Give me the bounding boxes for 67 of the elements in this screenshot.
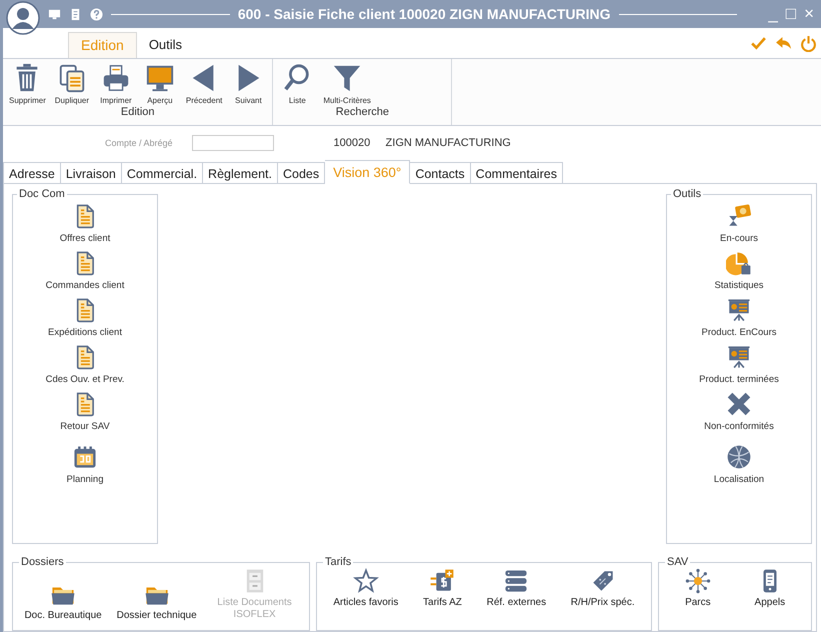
shortcut-button[interactable]: Planning [66, 443, 104, 486]
tab[interactable]: Adresse [3, 162, 61, 184]
monitor-icon[interactable] [48, 8, 61, 20]
shortcut-button[interactable]: Doc. Bureautique [23, 581, 103, 621]
shortcut-button[interactable]: Statistiques [713, 249, 765, 292]
shortcut-button[interactable]: Non-conformités [703, 390, 775, 433]
toolbar-button[interactable]: Aperçu [140, 61, 180, 105]
shortcut-button[interactable]: Commandes client [44, 249, 126, 292]
shortcut-button[interactable]: Dossier technique [116, 581, 198, 621]
account-code: 100020 [334, 137, 372, 149]
undo-icon[interactable] [775, 34, 792, 52]
tab[interactable]: Livraison [60, 162, 122, 184]
checkmark-icon[interactable] [750, 34, 767, 52]
group-title: SAV [666, 556, 690, 568]
shortcut-button[interactable]: Appels [754, 568, 786, 608]
tab[interactable]: Contacts [410, 162, 471, 184]
account-name: ZIGN MANUFACTURING [386, 137, 511, 149]
shortcut-button[interactable]: Offres client [58, 202, 112, 245]
presentation-board-icon [726, 297, 752, 323]
network-icon [684, 568, 711, 594]
shortcut-button[interactable]: R/H/Prix spéc. [570, 568, 636, 608]
shortcut-button[interactable]: Cdes Ouv. et Prev. [44, 343, 126, 386]
toolbar-button[interactable]: Imprimer [96, 61, 136, 105]
shortcut-button[interactable]: Product. terminées [698, 343, 780, 386]
pie-chart-icon [726, 250, 752, 276]
toolbar-button[interactable]: Multi-Critères [321, 61, 373, 105]
filter-icon [332, 63, 362, 93]
window-title: 600 - Saisie Fiche client 100020 ZIGN MANUFACTURING [238, 6, 610, 22]
calendar-icon [72, 444, 98, 470]
ribbon-tab[interactable]: Outils [136, 32, 194, 58]
help-icon[interactable] [90, 8, 103, 20]
group-title: Dossiers [20, 556, 65, 568]
document-icon[interactable] [69, 8, 82, 20]
presentation-board-icon [726, 344, 752, 370]
group-title: Doc Com [18, 188, 66, 200]
shortcut-button[interactable]: Retour SAV [59, 390, 111, 433]
shortcut-button[interactable]: Articles favoris [332, 568, 400, 608]
group-title: Tarifs [324, 556, 352, 568]
shortcut-button[interactable]: Expéditions client [47, 296, 123, 339]
globe-icon [726, 444, 752, 470]
toolbar-button[interactable]: Supprimer [7, 61, 48, 105]
price-card-icon [429, 568, 456, 594]
toolbar-button[interactable]: Dupliquer [52, 61, 92, 105]
toolbar-button[interactable]: Liste [277, 61, 318, 105]
tab[interactable]: Commercial. [122, 162, 204, 184]
user-avatar-icon[interactable] [6, 1, 40, 35]
shortcut-button[interactable]: Tarifs AZ [422, 568, 463, 608]
group-label: Recherche [336, 106, 389, 118]
cross-icon [726, 391, 752, 417]
field-label: Compte / Abrégé [105, 138, 173, 148]
tab[interactable]: Règlement. [203, 162, 278, 184]
power-icon[interactable] [800, 34, 817, 52]
group-label: Edition [120, 106, 154, 118]
monitor-icon [144, 63, 175, 93]
shortcut-button[interactable]: Product. EnCours [700, 296, 778, 339]
shortcut-button[interactable]: Réf. externes [486, 568, 548, 608]
star-icon [352, 568, 379, 594]
tab[interactable]: Codes [278, 162, 326, 184]
toolbar-button[interactable]: Suivant [228, 61, 268, 105]
server-stack-icon [503, 568, 530, 594]
toolbar-button[interactable]: Précedent [184, 61, 224, 105]
shortcut-button[interactable]: En-cours [718, 202, 759, 245]
group-title: Outils [672, 188, 702, 200]
shortcut-button[interactable]: Parcs [684, 568, 712, 608]
shortcut-button[interactable]: Localisation [712, 443, 766, 486]
tab[interactable]: Commentaires [470, 162, 563, 184]
input-field[interactable] [192, 135, 274, 151]
